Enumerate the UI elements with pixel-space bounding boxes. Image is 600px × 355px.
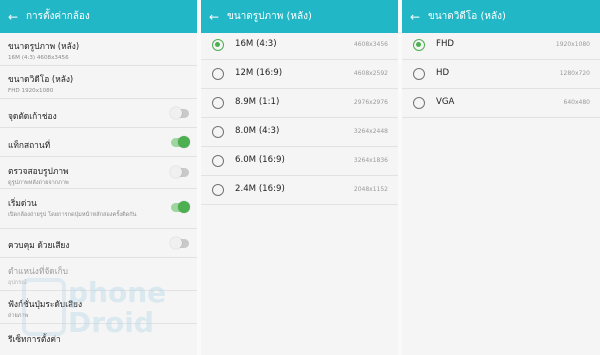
picture-size-panel: ← ขนาดรูปภาพ (หลัง) 16M (4:3) 4608x3456 … bbox=[201, 0, 398, 355]
setting-video-size[interactable]: ขนาดวิดีโอ (หลัง) FHD 1920x1080 bbox=[0, 66, 197, 99]
setting-label: ควบคุม ด้วยเสียง bbox=[8, 240, 70, 250]
setting-review-pictures[interactable]: ตรวจสอบรูปภาพ ดูรูปภาพหลังถ่ายจากภาพ bbox=[0, 157, 197, 189]
radio-button[interactable] bbox=[212, 155, 224, 167]
setting-summary: 16M (4:3) 4608x3456 bbox=[8, 55, 69, 61]
page-title: ขนาดรูปภาพ (หลัง) bbox=[227, 11, 312, 22]
setting-summary: ถ่ายภาพ bbox=[8, 313, 29, 319]
toggle-knob bbox=[170, 107, 182, 119]
toggle-knob bbox=[170, 166, 182, 178]
setting-voice-control[interactable]: ควบคุม ด้วยเสียง bbox=[0, 229, 197, 258]
option-label: 8.9M (1:1) bbox=[235, 97, 280, 107]
video-size-panel: ← ขนาดวิดีโอ (หลัง) FHD 1920x1080 HD 128… bbox=[402, 0, 600, 355]
option-label: FHD bbox=[436, 39, 455, 49]
option-label: HD bbox=[436, 68, 450, 78]
option-label: 8.0M (4:3) bbox=[235, 126, 280, 136]
voice-control-toggle[interactable] bbox=[170, 237, 189, 249]
setting-summary: FHD 1920x1080 bbox=[8, 88, 54, 94]
setting-label: ฟังก์ชั่นปุ่มระดับเสียง bbox=[8, 299, 83, 309]
option-label: 6.0M (16:9) bbox=[235, 155, 285, 165]
option-resolution: 2048x1152 bbox=[353, 186, 388, 193]
option-label: 16M (4:3) bbox=[235, 39, 277, 49]
radio-button[interactable] bbox=[212, 68, 224, 80]
option-resolution: 3264x1836 bbox=[353, 157, 388, 164]
setting-reset[interactable]: รีเซ็ทการตั้งค่า bbox=[0, 324, 197, 354]
app-bar: ← ขนาดรูปภาพ (หลัง) bbox=[201, 0, 398, 33]
location-tags-toggle[interactable] bbox=[171, 136, 190, 148]
setting-quick-launch[interactable]: เริ่มด่วน เปิดกล้องถ่ายรูป โดยการกดปุ่มห… bbox=[0, 189, 197, 229]
setting-location-tags[interactable]: แท็กสถานที่ bbox=[0, 128, 197, 157]
option-resolution: 1280x720 bbox=[559, 70, 590, 77]
arrow-left-icon[interactable]: ← bbox=[8, 10, 26, 24]
radio-button[interactable] bbox=[413, 97, 425, 109]
picture-size-option[interactable]: 8.0M (4:3) 3264x2448 bbox=[201, 118, 398, 147]
setting-grid-lines[interactable]: จุดตัดเก้าช่อง bbox=[0, 99, 197, 128]
picture-size-option[interactable]: 6.0M (16:9) 3264x1836 bbox=[201, 147, 398, 176]
radio-button[interactable] bbox=[413, 39, 425, 51]
setting-storage-location: ตำแหน่งที่จัดเก็บ อุปกรณ์ bbox=[0, 258, 197, 291]
option-resolution: 2976x2976 bbox=[353, 99, 388, 106]
option-label: VGA bbox=[436, 97, 455, 107]
radio-button[interactable] bbox=[212, 97, 224, 109]
review-pictures-toggle[interactable] bbox=[170, 166, 189, 178]
video-size-option[interactable]: FHD 1920x1080 bbox=[402, 31, 600, 60]
toggle-knob bbox=[178, 136, 190, 148]
setting-summary: เปิดกล้องถ่ายรูป โดยการกดปุ่มหน้าหลักสอง… bbox=[8, 212, 137, 218]
toggle-knob bbox=[178, 201, 190, 213]
radio-button[interactable] bbox=[212, 184, 224, 196]
option-label: 2.4M (16:9) bbox=[235, 184, 285, 194]
app-bar: ← การตั้งค่ากล้อง bbox=[0, 0, 197, 33]
radio-button[interactable] bbox=[413, 68, 425, 80]
option-resolution: 640x480 bbox=[563, 99, 590, 106]
option-resolution: 4608x2592 bbox=[353, 70, 388, 77]
setting-label: รีเซ็ทการตั้งค่า bbox=[8, 334, 61, 344]
radio-button[interactable] bbox=[212, 39, 224, 51]
page-title: ขนาดวิดีโอ (หลัง) bbox=[428, 11, 506, 22]
app-bar: ← ขนาดวิดีโอ (หลัง) bbox=[402, 0, 600, 33]
picture-size-option[interactable]: 12M (16:9) 4608x2592 bbox=[201, 60, 398, 89]
toggle-knob bbox=[170, 237, 182, 249]
setting-volume-keys[interactable]: ฟังก์ชั่นปุ่มระดับเสียง ถ่ายภาพ bbox=[0, 291, 197, 324]
option-resolution: 1920x1080 bbox=[555, 41, 590, 48]
video-size-option[interactable]: HD 1280x720 bbox=[402, 60, 600, 89]
quick-launch-toggle[interactable] bbox=[171, 201, 190, 213]
setting-label: จุดตัดเก้าช่อง bbox=[8, 111, 57, 121]
picture-size-option[interactable]: 2.4M (16:9) 2048x1152 bbox=[201, 176, 398, 205]
picture-size-option[interactable]: 8.9M (1:1) 2976x2976 bbox=[201, 89, 398, 118]
camera-settings-panel: ← การตั้งค่ากล้อง ขนาดรูปภาพ (หลัง) 16M … bbox=[0, 0, 197, 355]
setting-label: ตรวจสอบรูปภาพ bbox=[8, 166, 69, 176]
radio-button[interactable] bbox=[212, 126, 224, 138]
setting-label: แท็กสถานที่ bbox=[8, 140, 51, 150]
grid-lines-toggle[interactable] bbox=[170, 107, 189, 119]
option-label: 12M (16:9) bbox=[235, 68, 283, 78]
page-title: การตั้งค่ากล้อง bbox=[26, 11, 90, 22]
arrow-left-icon[interactable]: ← bbox=[209, 10, 227, 24]
option-resolution: 3264x2448 bbox=[353, 128, 388, 135]
setting-summary: ดูรูปภาพหลังถ่ายจากภาพ bbox=[8, 180, 69, 186]
video-size-option[interactable]: VGA 640x480 bbox=[402, 89, 600, 118]
option-resolution: 4608x3456 bbox=[353, 41, 388, 48]
setting-label: เริ่มด่วน bbox=[8, 198, 37, 208]
setting-label: ขนาดรูปภาพ (หลัง) bbox=[8, 41, 80, 51]
picture-size-option[interactable]: 16M (4:3) 4608x3456 bbox=[201, 31, 398, 60]
setting-picture-size[interactable]: ขนาดรูปภาพ (หลัง) 16M (4:3) 4608x3456 bbox=[0, 33, 197, 66]
setting-summary: อุปกรณ์ bbox=[8, 280, 27, 286]
setting-label: ตำแหน่งที่จัดเก็บ bbox=[8, 266, 68, 276]
arrow-left-icon[interactable]: ← bbox=[410, 10, 428, 24]
setting-label: ขนาดวิดีโอ (หลัง) bbox=[8, 74, 74, 84]
